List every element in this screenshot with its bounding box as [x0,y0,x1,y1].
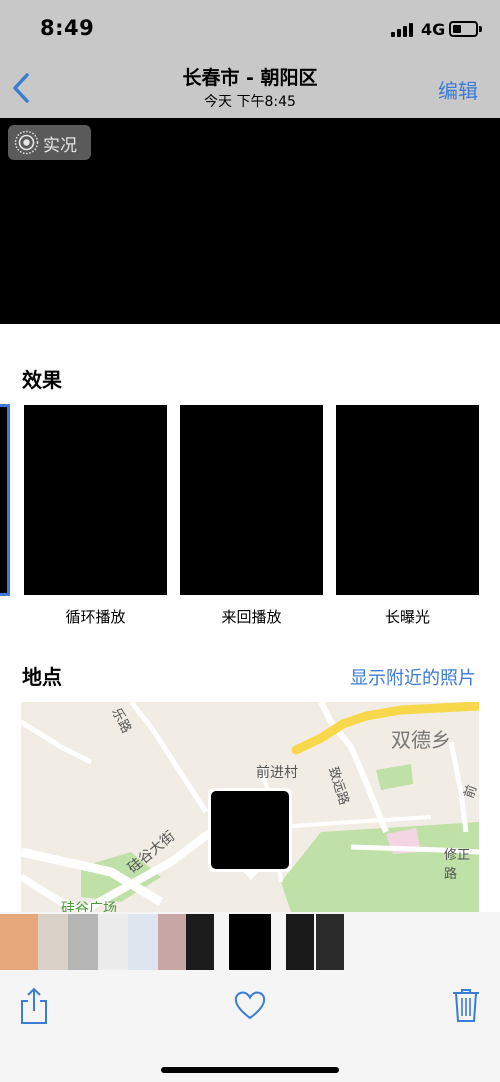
photo-location-pin[interactable] [208,788,292,872]
thumbnail-strip[interactable] [0,912,500,972]
thumbnail[interactable] [286,914,314,970]
battery-icon [449,21,478,37]
photo-view[interactable]: 实况 [0,118,500,324]
thumbnail-current[interactable] [229,914,271,970]
effect-live-thumb-selected[interactable] [0,404,10,596]
live-photo-label: 实况 [43,136,77,156]
trash-icon[interactable] [452,987,480,1023]
photo-pin-tail [243,871,259,880]
live-photo-icon [14,130,39,155]
effect-bounce-label: 来回播放 [221,608,282,626]
edit-button[interactable]: 编辑 [438,75,478,104]
heart-icon[interactable] [234,990,266,1020]
share-icon[interactable] [20,987,48,1025]
network-type: 4G [421,20,446,39]
thumbnail[interactable] [38,914,68,970]
live-photo-badge[interactable]: 实况 [8,125,91,160]
bottom-toolbar [0,972,500,1082]
home-indicator [161,1067,339,1073]
location-title: 地点 [22,665,62,689]
page-title: 长春市 - 朝阳区 [182,67,318,89]
thumbnail[interactable] [186,914,214,970]
effect-loop-thumb[interactable] [24,405,167,595]
thumbnail[interactable] [316,914,344,970]
thumbnail[interactable] [158,914,186,970]
thumbnail[interactable] [98,914,128,970]
effects-title: 效果 [22,368,62,392]
status-bar: 8:49 4G [0,0,500,58]
map-label-plaza: 硅谷广场 [61,901,117,912]
status-time: 8:49 [40,16,95,40]
location-map[interactable]: 双德乡 前进村 硅谷大街 致远路 修正路 前卫 乐路 硅谷广场 [21,702,479,912]
map-label-village: 前进村 [256,765,298,781]
thumbnail[interactable] [128,914,158,970]
map-label-township: 双德乡 [391,728,451,752]
map-label-road-xiuzheng: 修正路 [444,848,471,882]
effect-long-exposure-label: 长曝光 [384,608,430,626]
show-nearby-photos-link[interactable]: 显示附近的照片 [350,664,476,690]
effect-loop-label: 循环播放 [65,608,126,626]
battery-tip [479,26,482,32]
thumbnail[interactable] [0,914,38,970]
thumbnail[interactable] [68,914,98,970]
navigation-bar: 长春市 - 朝阳区 今天 下午8:45 编辑 [0,58,500,118]
cellular-signal-icon [391,23,417,37]
effect-bounce-thumb[interactable] [180,405,323,595]
effect-long-exposure-thumb[interactable] [336,405,479,595]
page-subtitle: 今天 下午8:45 [204,94,296,110]
